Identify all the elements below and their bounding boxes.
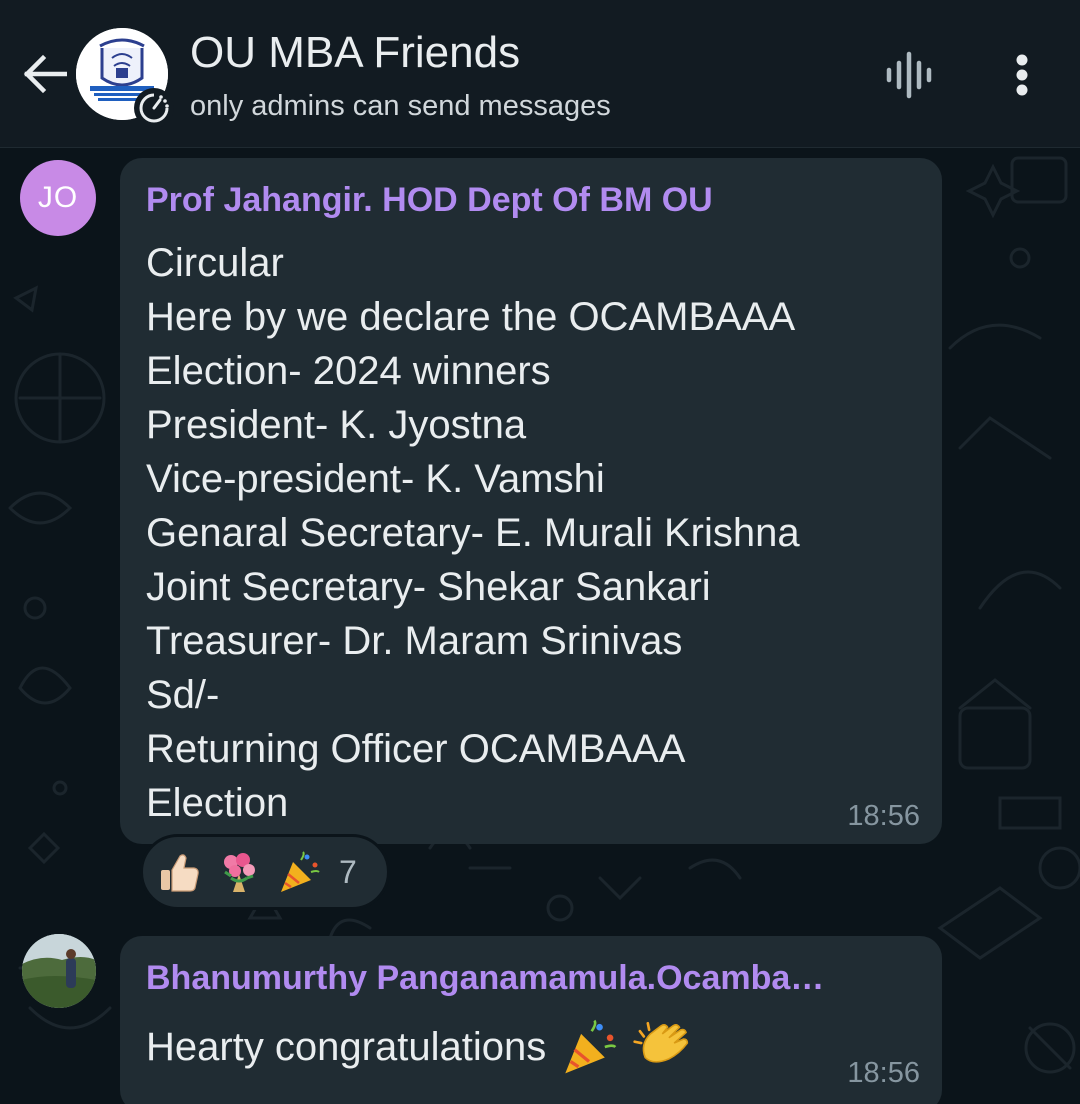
more-vert-icon <box>1016 54 1028 96</box>
sender-name[interactable]: Prof Jahangir. HOD Dept Of BM OU <box>146 180 916 220</box>
message-bubble[interactable]: Bhanumurthy Panganamamula.Ocamba… Hearty… <box>120 936 942 1104</box>
message-line: Vice-president- K. Vamshi <box>146 457 605 501</box>
chat-header: OU MBA Friends only admins can send mess… <box>0 0 1080 148</box>
thumbs-up-icon <box>161 854 199 892</box>
clapping-hands-icon <box>633 1021 689 1063</box>
message-line: President- K. Jyostna <box>146 403 527 447</box>
party-popper-icon <box>565 1019 617 1074</box>
message-line: Sd/- <box>146 673 220 717</box>
disappearing-messages-icon <box>134 88 174 128</box>
party-popper-icon <box>281 851 320 892</box>
arrow-back-icon <box>23 54 67 94</box>
back-button[interactable] <box>18 48 70 100</box>
chat-subtitle[interactable]: only admins can send messages <box>190 88 611 124</box>
message-line: Joint Secretary- Shekar Sankari <box>146 565 711 609</box>
message-timestamp: 18:56 <box>847 800 920 832</box>
chat-screen: OU MBA Friends only admins can send mess… <box>0 0 1080 1104</box>
more-options-button[interactable] <box>1000 48 1044 102</box>
message-text: Circular Here by we declare the OCAMBAAA… <box>146 236 800 830</box>
reaction-count: 7 <box>339 853 357 890</box>
sender-name[interactable]: Bhanumurthy Panganamamula.Ocamba… <box>146 958 916 998</box>
sender-avatar[interactable]: JO <box>20 160 96 236</box>
message-bubble[interactable]: Prof Jahangir. HOD Dept Of BM OU Circula… <box>120 158 942 844</box>
sender-avatar-photo[interactable] <box>22 934 96 1008</box>
message-text: Hearty congratulations <box>146 1018 690 1076</box>
message-list[interactable]: JO Prof Jahangir. HOD Dept Of BM OU Circ… <box>0 148 1080 1104</box>
message-line: Hearty congratulations <box>146 1025 547 1069</box>
message-timestamp: 18:56 <box>847 1057 920 1089</box>
message-line: Election- 2024 winners <box>146 349 551 393</box>
voice-chat-icon <box>886 51 932 99</box>
message-line: Circular <box>146 241 284 285</box>
message-line: Treasurer- Dr. Maram Srinivas <box>146 619 683 663</box>
reactions-pill[interactable]: 7 <box>140 834 390 910</box>
message-line: Returning Officer OCAMBAAA <box>146 727 686 771</box>
voice-chat-button[interactable] <box>884 50 938 100</box>
bouquet-icon <box>224 853 255 892</box>
message-line: Election <box>146 781 289 825</box>
message-line: Here by we declare the OCAMBAAA <box>146 295 796 339</box>
message-line: Genaral Secretary- E. Murali Krishna <box>146 511 800 555</box>
chat-title[interactable]: OU MBA Friends <box>190 28 520 78</box>
